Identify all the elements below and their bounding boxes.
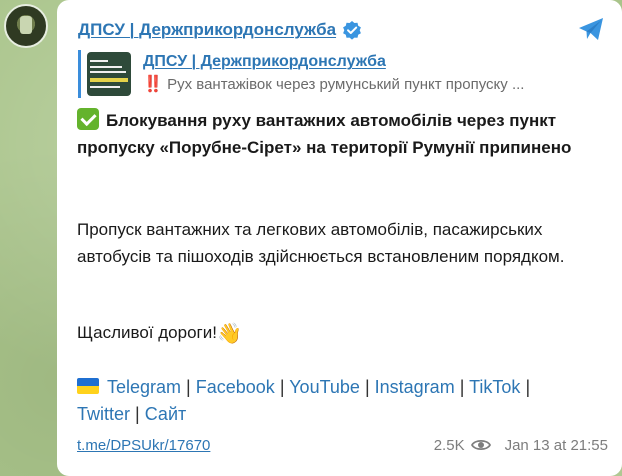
channel-avatar[interactable] <box>4 4 48 48</box>
separator: | <box>459 377 465 397</box>
forwarded-text: ДПСУ | Держприкордонслужба ‼️ Рух вантаж… <box>143 52 524 96</box>
view-count: 2.5K <box>433 436 465 454</box>
forwarded-channel-name[interactable]: ДПСУ | Держприкордонслужба <box>143 52 524 72</box>
link-website[interactable]: Сайт <box>145 404 187 424</box>
channel-name-link[interactable]: ДПСУ | Держприкордонслужба <box>78 20 336 40</box>
post-permalink[interactable]: t.me/DPSUkr/17670 <box>77 437 210 454</box>
link-instagram[interactable]: Instagram <box>375 377 455 397</box>
separator: | <box>186 377 191 397</box>
separator: | <box>135 404 140 424</box>
message-header: ДПСУ | Держприкордонслужба <box>78 20 362 40</box>
share-icon[interactable] <box>574 12 608 46</box>
verified-badge-icon <box>342 20 362 40</box>
eye-icon <box>470 439 491 451</box>
separator: | <box>525 377 531 397</box>
forwarded-message-preview[interactable]: ДПСУ | Держприкордонслужба ‼️ Рух вантаж… <box>78 50 598 98</box>
link-facebook[interactable]: Facebook <box>196 377 275 397</box>
headline-text: Блокування руху вантажних автомобілів че… <box>77 111 572 157</box>
forwarded-snippet: ‼️ Рух вантажівок через румунський пункт… <box>143 74 524 96</box>
social-links: Telegram | Facebook | YouTube | Instagra… <box>77 374 607 428</box>
separator: | <box>279 377 285 397</box>
waving-hand-icon: 👋 <box>216 323 242 345</box>
closing-text: Щасливої дороги! <box>77 323 217 342</box>
forwarded-snippet-text: Рух вантажівок через румунський пункт пр… <box>167 76 525 93</box>
message-closing: Щасливої дороги!👋 <box>77 319 607 348</box>
message-bubble: ДПСУ | Держприкордонслужба ДПСУ | Держпр… <box>57 0 622 476</box>
link-twitter[interactable]: Twitter <box>77 404 130 424</box>
link-youtube[interactable]: YouTube <box>289 377 360 397</box>
forwarded-thumbnail <box>87 52 131 96</box>
check-mark-icon <box>77 108 99 130</box>
link-telegram[interactable]: Telegram <box>107 377 181 397</box>
message-footer: t.me/DPSUkr/17670 2.5K Jan 13 at 21:55 <box>77 434 608 456</box>
link-tiktok[interactable]: TikTok <box>469 377 520 397</box>
message-paragraph: Пропуск вантажних та легкових автомобілі… <box>77 220 565 266</box>
ukraine-flag-icon <box>77 378 99 394</box>
double-exclamation-icon: ‼️ <box>143 76 163 93</box>
message-headline: Блокування руху вантажних автомобілів че… <box>77 107 607 161</box>
separator: | <box>364 377 370 397</box>
post-timestamp: Jan 13 at 21:55 <box>504 436 608 454</box>
